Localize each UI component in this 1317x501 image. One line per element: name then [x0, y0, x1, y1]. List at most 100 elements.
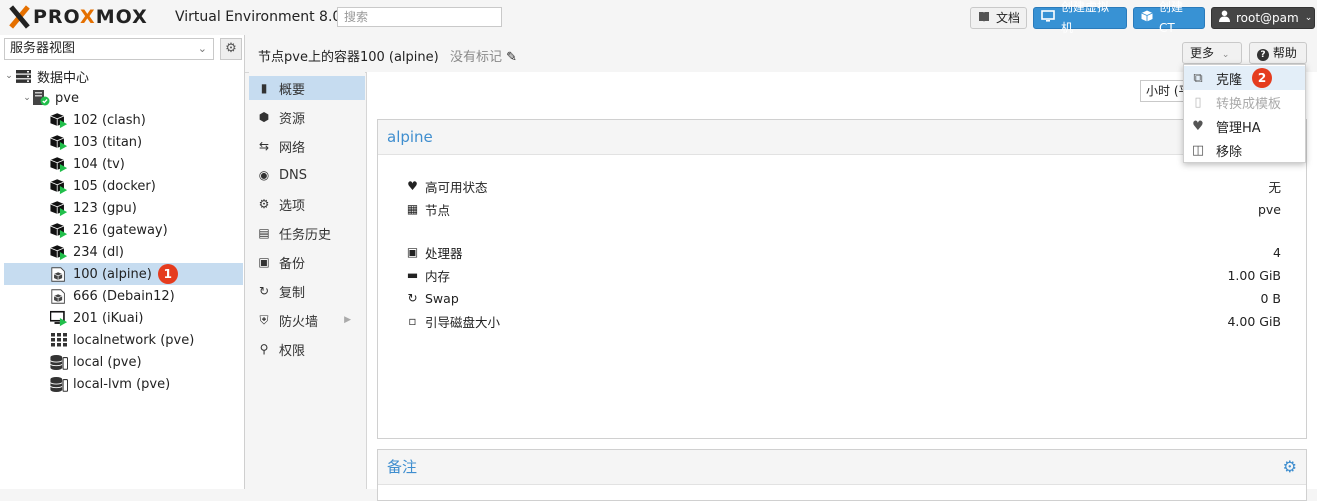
tree-item-label: 216 (gateway) [73, 222, 168, 238]
summary-value: 1.00 GiB [1227, 267, 1281, 283]
globe-icon: ◉ [258, 168, 270, 182]
unlock-icon: ⚲ [259, 342, 269, 356]
tree-item-label: 103 (titan) [73, 134, 143, 150]
resource-tree: ⌄ 数据中心 ⌄ pve 102 (clash) 103 (titan) 104 (… [4, 65, 243, 395]
docs-label: 文档 [996, 10, 1021, 25]
tree-item[interactable]: local (pve) [4, 351, 243, 373]
create-ct-button[interactable]: 创建CT [1133, 0, 1205, 35]
help-label: 帮助 [1272, 46, 1297, 60]
tree-item[interactable]: 201 (iKuai) [4, 307, 243, 329]
pencil-icon[interactable]: ✎ [506, 50, 517, 65]
tree-item-label: 104 (tv) [73, 156, 125, 172]
tags-field[interactable]: 没有标记 ✎ [450, 46, 517, 65]
vm-running-icon [50, 310, 68, 326]
ct-template-icon [50, 288, 68, 304]
step-badge: 1 [157, 264, 178, 284]
tree-item[interactable]: local-lvm (pve) [4, 373, 243, 395]
tree-item-node-pve[interactable]: ⌄ pve [4, 87, 243, 109]
nav-item-label: 资源 [279, 111, 306, 127]
cube-icon [1141, 8, 1153, 29]
tree-item[interactable]: 103 (titan) [4, 131, 243, 153]
node-online-icon [32, 90, 50, 106]
nav-item[interactable]: ↻ 复制 [249, 279, 365, 303]
shield-icon: ⛨ [259, 312, 269, 327]
user-menu-button[interactable]: root@pam ⌄ [1211, 7, 1315, 29]
list-icon: ▤ [258, 226, 270, 240]
nav-item[interactable]: ⇆ 网络 [249, 134, 365, 158]
ct-template-icon [50, 266, 68, 282]
hdd-icon: ▫ [408, 314, 417, 328]
docs-button[interactable]: 文档 [970, 7, 1027, 29]
tree-item[interactable]: 105 (docker) [4, 175, 243, 197]
chevron-down-icon: ⌄ [1221, 50, 1230, 60]
network-icon [50, 332, 68, 348]
container-nav: ▮ 概要 ⬢ 资源 ⇆ 网络 ◉ DNS ⚙ 选项 ▤ 任务历史 ▣ 备份 ↻ 复制 ⛨ 防火墙 ▶ ⚲ 权限 [249, 72, 365, 489]
menu-item-label: 移除 [1216, 144, 1243, 160]
more-menu: ⧉ 克隆 2 ▯ 转换成模板 ♥ 管理HA ◫ 移除 [1183, 64, 1306, 163]
nav-item[interactable]: ⛨ 防火墙 ▶ [249, 308, 365, 332]
menu-item[interactable]: ◫ 移除 [1184, 138, 1305, 162]
server-rack-icon [14, 68, 32, 84]
tree-item-label: 102 (clash) [73, 112, 146, 128]
nav-item[interactable]: ⚲ 权限 [249, 337, 365, 361]
tree-item[interactable]: 123 (gpu) [4, 197, 243, 219]
nav-item[interactable]: ◉ DNS [249, 163, 365, 187]
proxmox-logo: PROXMOX [6, 5, 148, 29]
summary-value: 0 B [1260, 290, 1281, 306]
summary-row: ▬ 内存 1.00 GiB [406, 265, 1281, 285]
user-label: root@pam [1236, 10, 1299, 25]
create-vm-button[interactable]: 创建虚拟机 [1033, 0, 1127, 35]
gear-icon: ⚙ [225, 41, 237, 56]
ct-running-icon [50, 112, 68, 128]
nav-item[interactable]: ▣ 备份 [249, 250, 365, 274]
logo-text-pro: PRO [33, 6, 81, 28]
menu-item[interactable]: ⧉ 克隆 2 [1184, 66, 1305, 90]
status-panel-title: alpine [378, 120, 1306, 155]
chevron-down-icon[interactable]: ⌄ [4, 71, 14, 81]
nav-item[interactable]: ⬢ 资源 [249, 105, 365, 129]
chevron-down-icon: ⌄ [1304, 12, 1313, 23]
menu-item[interactable]: ♥ 管理HA [1184, 114, 1305, 138]
ct-running-icon [50, 178, 68, 194]
logo-text-mox: MOX [95, 6, 148, 28]
memory-icon: ▬ [406, 268, 419, 282]
tree-item[interactable]: 104 (tv) [4, 153, 243, 175]
more-button[interactable]: 更多 ⌄ [1182, 42, 1242, 64]
summary-key: 处理器 [425, 245, 463, 261]
heartbeat-icon: ♥ [1192, 118, 1204, 134]
tree-item[interactable]: 234 (dl) [4, 241, 243, 263]
cpu-icon: ▣ [406, 245, 419, 259]
tree-item-label: local-lvm (pve) [73, 376, 171, 392]
tree-item[interactable]: 216 (gateway) [4, 219, 243, 241]
tree-item[interactable]: 100 (alpine) 1 [4, 263, 243, 285]
storage-icon [50, 376, 68, 392]
more-label: 更多 [1190, 46, 1215, 60]
trash-icon: ◫ [1191, 142, 1205, 158]
chevron-down-icon[interactable]: ⌄ [22, 93, 32, 103]
ct-running-icon [50, 156, 68, 172]
summary-row: ▫ 引导磁盘大小 4.00 GiB [406, 311, 1281, 331]
ct-running-icon [50, 244, 68, 260]
user-icon [1219, 8, 1230, 29]
tree-item[interactable]: 666 (Debain12) [4, 285, 243, 307]
tree-item-label: 105 (docker) [73, 178, 156, 194]
gear-icon: ⚙ [258, 197, 270, 211]
tree-item[interactable]: localnetwork (pve) [4, 329, 243, 351]
chevron-right-icon: ▶ [344, 315, 351, 325]
nav-item[interactable]: ▮ 概要 [249, 76, 365, 100]
tree-item-datacenter[interactable]: ⌄ 数据中心 [4, 65, 243, 87]
view-select[interactable]: 服务器视图 ⌄ [4, 38, 214, 60]
notes-panel-header: 备注 ⚙ [378, 450, 1306, 485]
nav-item-label: 防火墙 [279, 314, 319, 330]
tree-settings-button[interactable]: ⚙ [220, 38, 242, 60]
ct-running-icon [50, 134, 68, 150]
nav-item[interactable]: ⚙ 选项 [249, 192, 365, 216]
gear-icon[interactable]: ⚙ [1283, 450, 1297, 484]
help-button[interactable]: ? 帮助 [1249, 42, 1307, 64]
tree-item[interactable]: 102 (clash) [4, 109, 243, 131]
nav-item-label: DNS [279, 167, 307, 183]
nav-item-label: 备份 [279, 256, 306, 272]
top-bar: PROXMOX Virtual Environment 8.0.3 搜索 文档 … [0, 0, 1317, 36]
search-input[interactable]: 搜索 [337, 7, 502, 27]
nav-item[interactable]: ▤ 任务历史 [249, 221, 365, 245]
